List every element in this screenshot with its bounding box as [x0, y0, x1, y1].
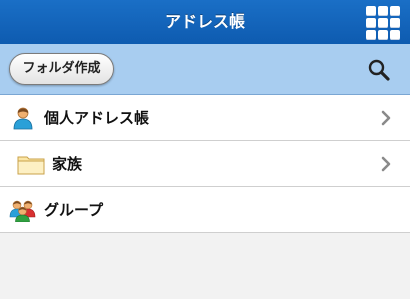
toolbar: フォルダ作成 — [0, 44, 410, 95]
grid-cell — [390, 6, 400, 16]
group-icon — [9, 200, 36, 222]
search-icon[interactable] — [367, 58, 391, 82]
list-item-label: 家族 — [52, 155, 83, 173]
list-item-label: グループ — [44, 201, 104, 219]
grid-cell — [390, 18, 400, 28]
grid-cell — [378, 30, 388, 40]
folder-icon — [17, 156, 45, 175]
grid-cell — [378, 6, 388, 16]
header-bar: アドレス帳 — [0, 0, 410, 44]
address-book-list: 個人アドレス帳 家族 グループ — [0, 95, 410, 233]
person-icon — [13, 107, 33, 130]
grid-cell — [390, 30, 400, 40]
chevron-right-icon — [381, 110, 391, 126]
grid-cell — [366, 30, 376, 40]
list-item-personal-address-book[interactable]: 個人アドレス帳 — [0, 95, 410, 141]
create-folder-button[interactable]: フォルダ作成 — [9, 53, 114, 85]
list-item-group[interactable]: グループ — [0, 187, 410, 233]
list-item-label: 個人アドレス帳 — [44, 109, 150, 127]
page-title: アドレス帳 — [164, 12, 245, 31]
grid-cell — [366, 18, 376, 28]
grid-cell — [366, 6, 376, 16]
chevron-right-icon — [381, 156, 391, 172]
grid-menu-icon[interactable] — [364, 4, 400, 40]
grid-cell — [378, 18, 388, 28]
list-item-family[interactable]: 家族 — [0, 141, 410, 187]
